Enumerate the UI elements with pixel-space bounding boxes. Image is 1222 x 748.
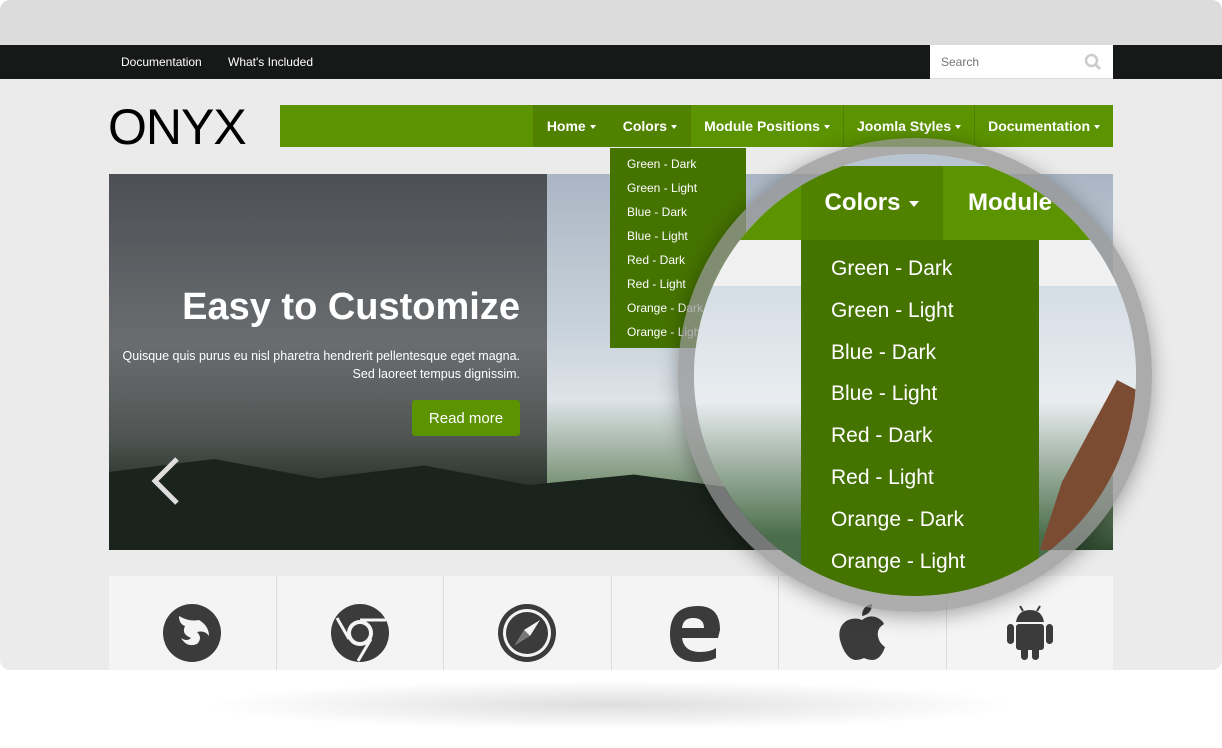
magnified-nav-module: Module [968,189,1052,216]
window-shadow [200,680,1020,730]
magnified-dropdown-item: Blue - Dark [831,340,937,364]
search-box [930,45,1113,79]
caret-down-icon [1094,125,1100,130]
caret-down-icon [671,125,678,130]
nav-label: Home [546,118,586,134]
top-link-whats-included[interactable]: What's Included [228,55,313,69]
caret-down-icon [823,125,830,130]
magnified-dropdown-item: Blue - Light [831,382,938,406]
magnified-dropdown-item: Green - Dark [831,257,953,280]
logo[interactable]: ONYX [108,98,247,156]
magnifier-lens: Colors Module Green - Dark Green - Light… [678,138,1152,612]
magnified-dropdown-item: Red - Light [831,465,934,489]
browser-window: Documentation What's Included ONYX Home … [0,0,1222,670]
slide-text: Quisque quis purus eu nisl pharetra hend… [109,347,520,383]
main-nav: Home Colors Module Positions Joomla Styl… [280,105,1113,147]
magnified-colors-dropdown: Green - Dark Green - Light Blue - Dark B… [801,240,1039,596]
nav-home[interactable]: Home [532,105,609,147]
nav-label: Module Positions [704,118,820,134]
caret-down-icon [908,200,919,207]
chrome-icon [275,576,444,670]
magnified-dropdown-item: Red - Dark [831,424,933,448]
magnified-nav-colors: Colors [801,166,943,240]
nav-label: Colors [622,118,668,134]
prev-slide-arrow-icon[interactable] [149,456,181,506]
nav-colors[interactable]: Colors [608,105,691,147]
magnified-dropdown-item: Green - Light [831,298,954,322]
nav-documentation[interactable]: Documentation [974,105,1113,147]
safari-icon [443,576,611,670]
caret-down-icon [955,125,962,130]
nav-label: Documentation [988,118,1090,134]
magnified-dropdown-item: Orange - Dark [831,507,965,531]
search-icon[interactable] [1084,53,1102,71]
nav-label: Colors [824,189,901,216]
slide-text-line: Sed laoreet tempus dignissim. [352,367,520,381]
slide-title: Easy to Customize [182,286,520,328]
slide-text-line: Quisque quis purus eu nisl pharetra hend… [122,349,520,363]
search-input[interactable] [941,55,1081,69]
magnified-dropdown-item: Orange - Light [831,549,966,573]
nav-label: Joomla Styles [856,118,952,134]
caret-down-icon [589,125,596,130]
read-more-button[interactable]: Read more [412,400,520,436]
nav-module-positions[interactable]: Module Positions [690,105,843,147]
top-link-documentation[interactable]: Documentation [121,55,202,69]
window-chrome [0,0,1222,45]
firefox-icon [109,576,276,670]
